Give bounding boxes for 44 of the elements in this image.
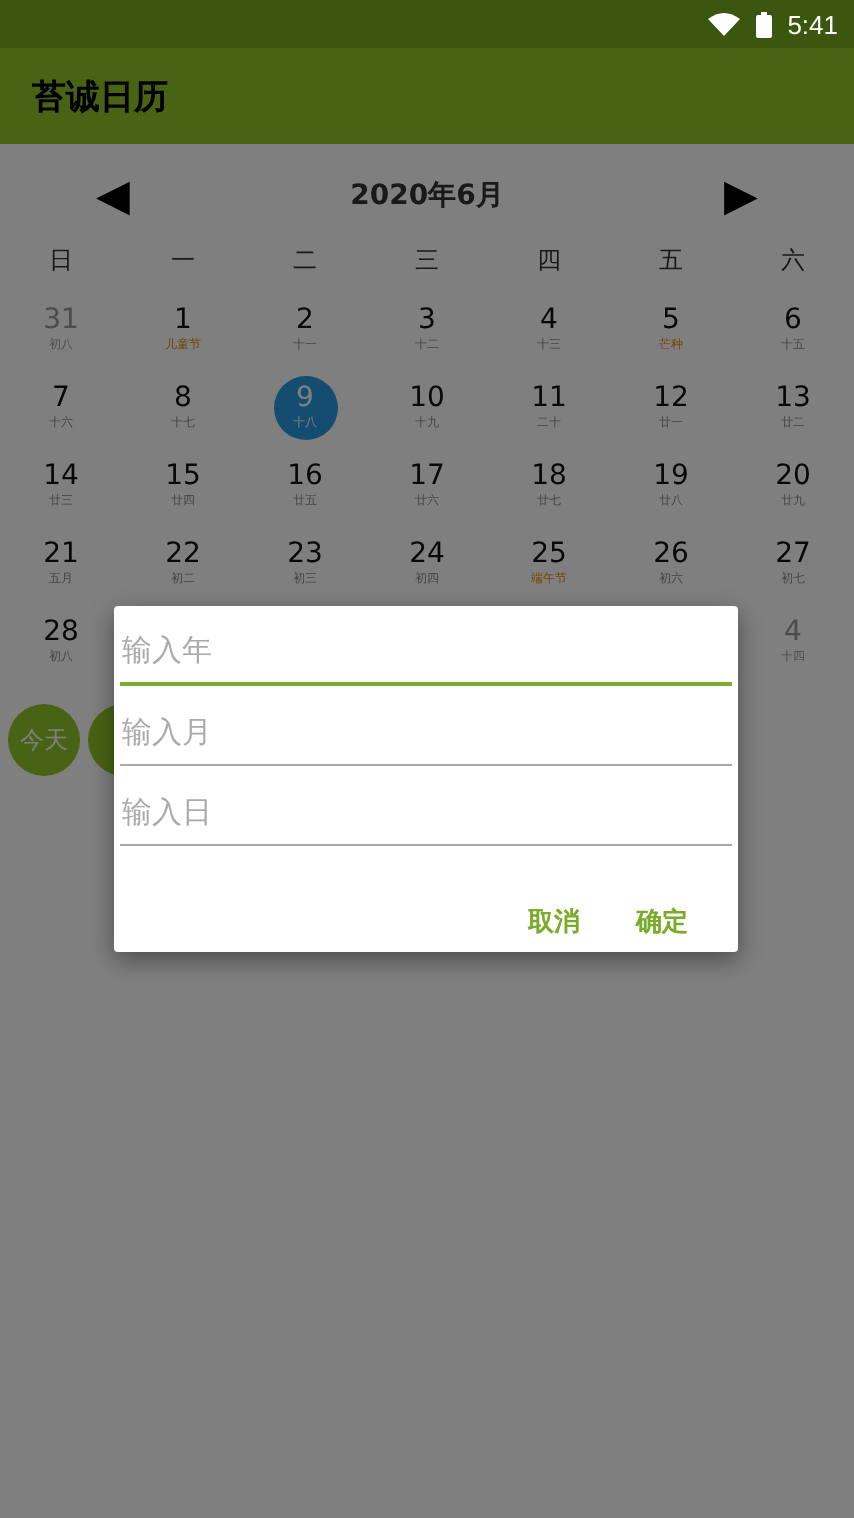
weekday-label: 二	[293, 244, 317, 278]
battery-icon	[755, 11, 772, 37]
day-number[interactable]: 16	[287, 459, 323, 491]
weekday-label: 日	[49, 244, 73, 278]
weekday-label: 一	[171, 244, 195, 278]
day-number[interactable]: 21	[43, 537, 79, 569]
next-month-button[interactable]: ▶	[724, 174, 758, 218]
input-field[interactable]: 输入月	[120, 700, 732, 766]
day-number[interactable]: 4	[540, 303, 558, 335]
day-number[interactable]: 15	[165, 459, 201, 491]
day-number[interactable]: 12	[653, 381, 689, 413]
day-number[interactable]: 7	[52, 381, 70, 413]
weekday-label: 三	[415, 244, 439, 278]
weekday-label: 六	[781, 244, 805, 278]
month-title: 2020年6月	[350, 178, 504, 214]
day-number[interactable]: 20	[775, 459, 811, 491]
day-number[interactable]: 5	[662, 303, 680, 335]
previous-month-button[interactable]: ◀	[96, 174, 130, 218]
wifi-icon	[707, 12, 740, 36]
day-number[interactable]: 13	[775, 381, 811, 413]
day-number[interactable]: 8	[174, 381, 192, 413]
day-number[interactable]: 1	[174, 303, 192, 335]
input-field[interactable]: 输入日	[120, 780, 732, 846]
day-number[interactable]: 3	[418, 303, 436, 335]
day-number[interactable]: 28	[43, 615, 79, 647]
day-number[interactable]: 10	[409, 381, 445, 413]
day-number[interactable]: 27	[775, 537, 811, 569]
day-number[interactable]: 2	[296, 303, 314, 335]
weekday-label: 四	[537, 244, 561, 278]
day-number[interactable]: 18	[531, 459, 567, 491]
day-number[interactable]: 14	[43, 459, 79, 491]
day-number[interactable]: 11	[531, 381, 567, 413]
weekday-label: 五	[659, 244, 683, 278]
day-number[interactable]: 22	[165, 537, 201, 569]
day-number[interactable]: 24	[409, 537, 445, 569]
day-number[interactable]: 25	[531, 537, 567, 569]
day-number[interactable]: 23	[287, 537, 323, 569]
app-title: 苔诚日历	[32, 75, 168, 119]
day-number[interactable]: 17	[409, 459, 445, 491]
input-field[interactable]: 输入年	[120, 618, 732, 686]
status-time: 5:41	[787, 9, 838, 39]
day-number[interactable]: 6	[784, 303, 802, 335]
day-number[interactable]: 26	[653, 537, 689, 569]
day-number[interactable]: 19	[653, 459, 689, 491]
